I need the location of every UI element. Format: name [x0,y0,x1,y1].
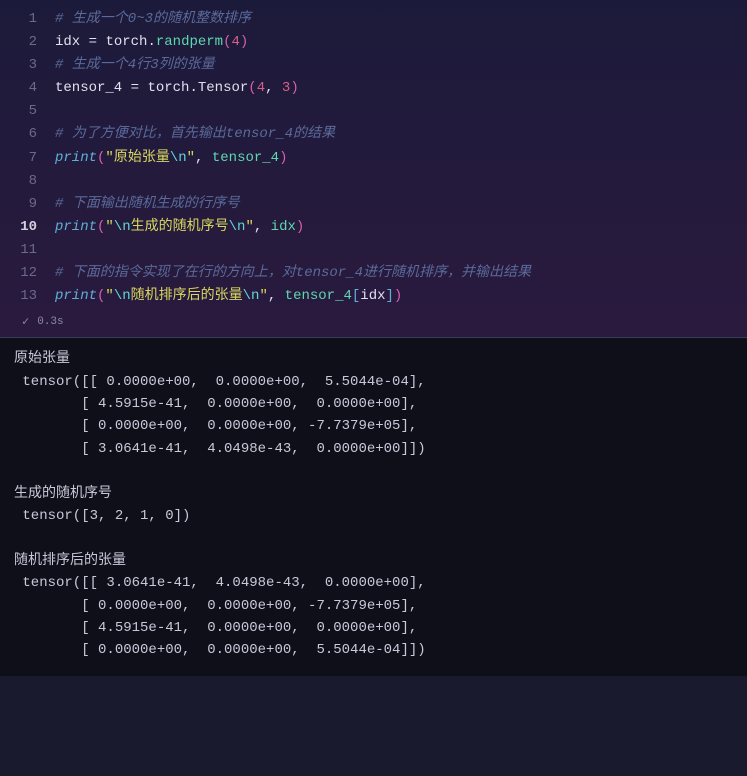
code-content[interactable]: print("\n随机排序后的张量\n", tensor_4[idx]) [55,285,402,308]
line-number: 5 [0,100,55,123]
code-content[interactable]: # 生成一个0~3的随机整数排序 [55,8,251,31]
code-content[interactable]: # 生成一个4行3列的张量 [55,54,215,77]
line-number: 8 [0,170,55,193]
line-number: 2 [0,31,55,54]
code-lines-container: 1# 生成一个0~3的随机整数排序2idx = torch.randperm(4… [0,8,747,308]
line-number: 9 [0,193,55,216]
code-line[interactable]: 3# 生成一个4行3列的张量 [0,54,747,77]
line-number: 6 [0,123,55,146]
line-number: 13 [0,285,55,308]
line-number: 10 [0,216,55,239]
code-content[interactable]: print("原始张量\n", tensor_4) [55,147,287,170]
code-content[interactable]: # 下面的指令实现了在行的方向上，对tensor_4进行随机排序，并输出结果 [55,262,531,285]
execution-time: 0.3s [37,316,63,328]
code-content[interactable]: # 下面输出随机生成的行序号 [55,193,240,216]
code-content[interactable]: idx = torch.randperm(4) [55,31,248,54]
code-editor[interactable]: 1# 生成一个0~3的随机整数排序2idx = torch.randperm(4… [0,0,747,338]
line-number: 7 [0,147,55,170]
code-content[interactable]: # 为了方便对比，首先输出tensor_4的结果 [55,123,335,146]
line-number: 12 [0,262,55,285]
line-number: 4 [0,77,55,100]
code-content[interactable]: print("\n生成的随机序号\n", idx) [55,216,304,239]
code-line[interactable]: 2idx = torch.randperm(4) [0,31,747,54]
code-line[interactable]: 1# 生成一个0~3的随机整数排序 [0,8,747,31]
line-number: 3 [0,54,55,77]
code-line[interactable]: 8 [0,170,747,193]
code-line[interactable]: 6# 为了方便对比，首先输出tensor_4的结果 [0,123,747,146]
check-icon: ✓ [22,314,29,329]
code-line[interactable]: 5 [0,100,747,123]
code-line[interactable]: 12# 下面的指令实现了在行的方向上，对tensor_4进行随机排序，并输出结果 [0,262,747,285]
code-line[interactable]: 11 [0,239,747,262]
code-line[interactable]: 10print("\n生成的随机序号\n", idx) [0,216,747,239]
code-content[interactable]: tensor_4 = torch.Tensor(4, 3) [55,77,299,100]
code-line[interactable]: 13print("\n随机排序后的张量\n", tensor_4[idx]) [0,285,747,308]
code-line[interactable]: 9# 下面输出随机生成的行序号 [0,193,747,216]
line-number: 11 [0,239,55,262]
line-number: 1 [0,8,55,31]
code-line[interactable]: 4tensor_4 = torch.Tensor(4, 3) [0,77,747,100]
execution-status: ✓ 0.3s [0,308,747,337]
code-line[interactable]: 7print("原始张量\n", tensor_4) [0,147,747,170]
output-area: 原始张量 tensor([[ 0.0000e+00, 0.0000e+00, 5… [0,338,747,675]
